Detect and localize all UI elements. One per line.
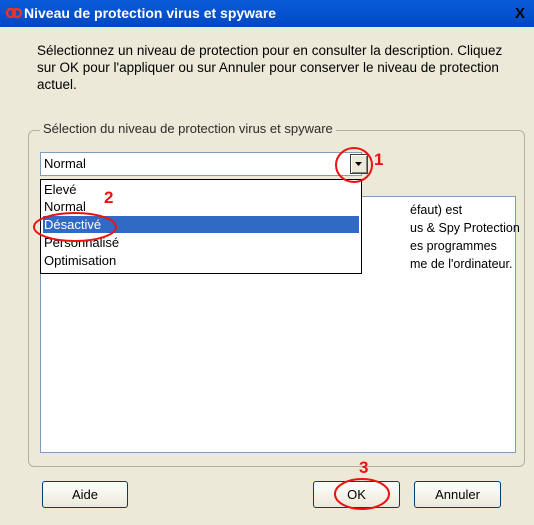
dropdown-toggle-button[interactable]: [350, 154, 368, 174]
dialog-window: Niveau de protection virus et spyware X …: [0, 0, 534, 525]
cancel-button[interactable]: Annuler: [414, 481, 501, 508]
dropdown-option-optimisation[interactable]: Optimisation: [43, 252, 359, 269]
help-button[interactable]: Aide: [42, 481, 128, 508]
window-title: Niveau de protection virus et spyware: [24, 5, 277, 21]
group-label: Sélection du niveau de protection virus …: [40, 121, 336, 136]
protection-level-select[interactable]: Normal: [40, 152, 362, 176]
dropdown-option-personnalise[interactable]: Personnalisé: [43, 234, 359, 251]
annotation-number-3: 3: [359, 458, 369, 477]
chevron-down-icon: [355, 162, 362, 166]
close-button[interactable]: X: [510, 4, 530, 24]
app-logo-icon: [6, 7, 22, 19]
description-fragment: es programmes: [410, 239, 497, 253]
annotation-number-1: 1: [374, 150, 384, 169]
dropdown-option-normal[interactable]: Normal: [43, 198, 359, 215]
title-bar: Niveau de protection virus et spyware X: [0, 0, 534, 27]
ok-button[interactable]: OK: [313, 481, 400, 508]
instructions-text: Sélectionnez un niveau de protection pou…: [37, 43, 503, 92]
dropdown-option-eleve[interactable]: Elevé: [43, 181, 359, 198]
selected-level: Normal: [44, 156, 86, 171]
description-fragment: us & Spy Protection: [410, 221, 520, 235]
annotation-number-2: 2: [104, 188, 114, 207]
dropdown-list: Elevé Normal Désactivé Personnalisé Opti…: [40, 179, 362, 274]
description-fragment: éfaut) est: [410, 203, 463, 217]
dropdown-option-desactive[interactable]: Désactivé: [43, 216, 359, 233]
description-fragment: me de l'ordinateur.: [410, 257, 513, 271]
